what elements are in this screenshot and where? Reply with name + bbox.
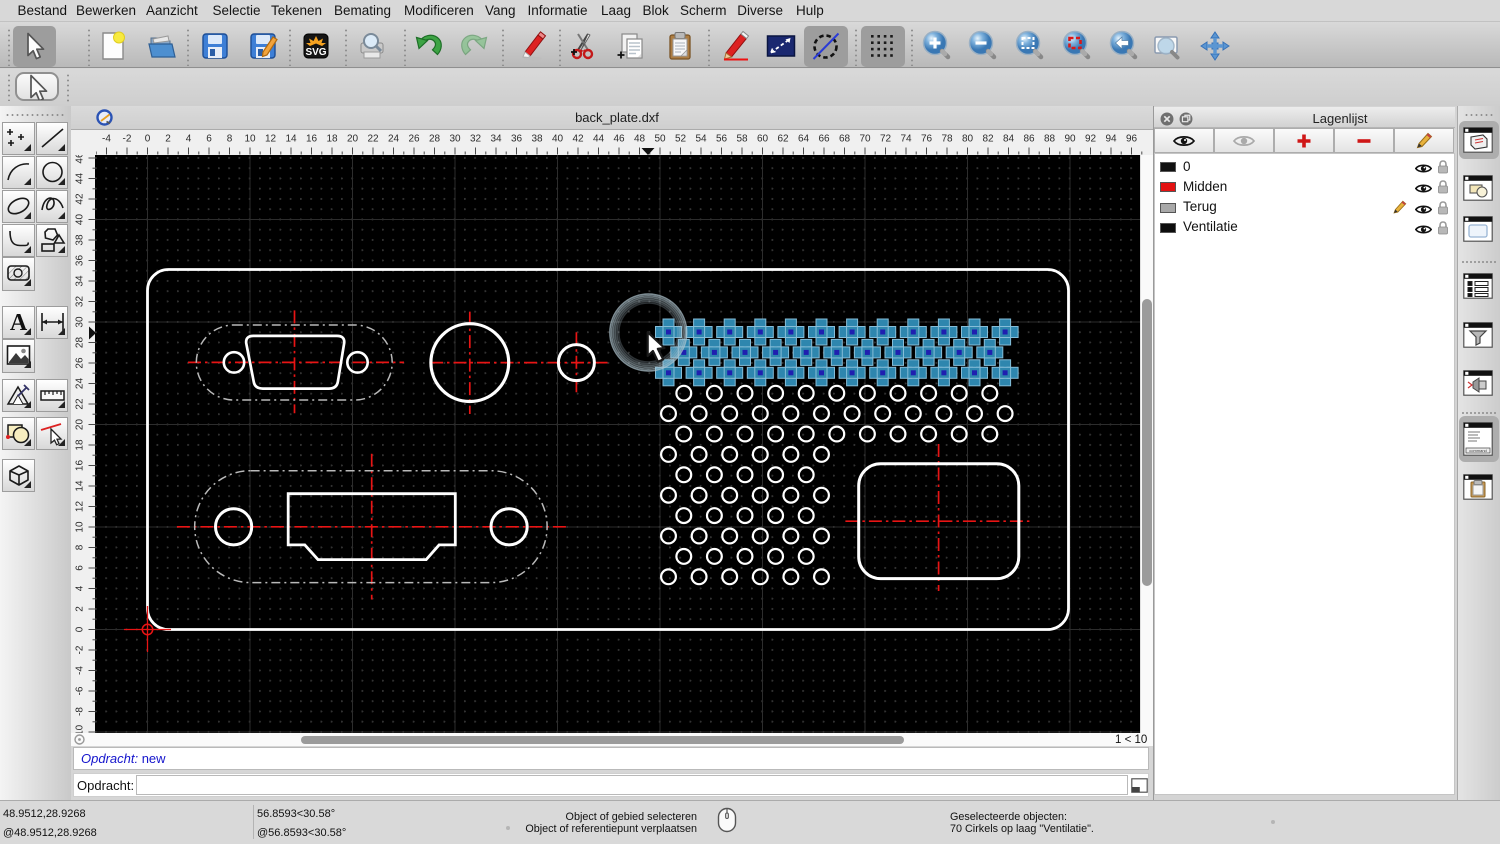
- svg-text:30: 30: [75, 316, 86, 328]
- svg-text:46: 46: [613, 134, 625, 145]
- svg-text:8: 8: [227, 134, 233, 145]
- svg-text:14: 14: [75, 480, 86, 492]
- svg-text:4: 4: [186, 134, 192, 145]
- svg-text:46: 46: [75, 155, 86, 164]
- svg-text:42: 42: [75, 193, 86, 205]
- svg-text:62: 62: [777, 134, 789, 145]
- svg-text:92: 92: [1085, 134, 1097, 145]
- svg-text:66: 66: [818, 134, 830, 145]
- svg-text:2: 2: [75, 606, 86, 612]
- svg-text:32: 32: [75, 296, 86, 308]
- svg-text:-2: -2: [75, 645, 86, 654]
- svg-text:82: 82: [982, 134, 994, 145]
- svg-text:70: 70: [859, 134, 871, 145]
- svg-text:68: 68: [839, 134, 851, 145]
- svg-text:-4: -4: [75, 666, 86, 675]
- svg-text:58: 58: [736, 134, 748, 145]
- svg-text:40: 40: [75, 214, 86, 226]
- svg-text:-8: -8: [75, 707, 86, 716]
- svg-text:36: 36: [511, 134, 523, 145]
- svg-text:10: 10: [75, 521, 86, 533]
- svg-text:54: 54: [695, 134, 707, 145]
- svg-text:-6: -6: [75, 686, 86, 695]
- svg-text:50: 50: [654, 134, 666, 145]
- svg-text:48: 48: [634, 134, 646, 145]
- svg-text:38: 38: [531, 134, 543, 145]
- svg-text:28: 28: [429, 134, 441, 145]
- svg-text:60: 60: [757, 134, 769, 145]
- svg-text:12: 12: [75, 501, 86, 513]
- svg-text:6: 6: [206, 134, 212, 145]
- svg-text:80: 80: [962, 134, 974, 145]
- svg-text:2: 2: [165, 134, 171, 145]
- svg-text:84: 84: [1003, 134, 1015, 145]
- svg-text:0: 0: [75, 626, 86, 632]
- svg-text:-4: -4: [102, 134, 111, 145]
- svg-text:16: 16: [75, 460, 86, 472]
- svg-text:16: 16: [306, 134, 318, 145]
- svg-text:38: 38: [75, 234, 86, 246]
- svg-text:86: 86: [1023, 134, 1035, 145]
- svg-text:30: 30: [449, 134, 461, 145]
- svg-text:26: 26: [75, 357, 86, 369]
- svg-text:4: 4: [75, 585, 86, 591]
- svg-text:76: 76: [921, 134, 933, 145]
- svg-text:34: 34: [490, 134, 502, 145]
- svg-text:20: 20: [347, 134, 359, 145]
- svg-text:0: 0: [145, 134, 151, 145]
- svg-text:A: A: [10, 310, 28, 336]
- svg-text:72: 72: [880, 134, 892, 145]
- svg-text:-10: -10: [75, 724, 86, 733]
- svg-text:26: 26: [408, 134, 420, 145]
- svg-text:78: 78: [941, 134, 953, 145]
- svg-text:10: 10: [244, 134, 256, 145]
- svg-text:44: 44: [593, 134, 605, 145]
- svg-text:28: 28: [75, 337, 86, 349]
- svg-text:64: 64: [798, 134, 810, 145]
- svg-text:36: 36: [75, 255, 86, 267]
- svg-text:22: 22: [367, 134, 379, 145]
- svg-text:90: 90: [1064, 134, 1076, 145]
- svg-text:24: 24: [75, 378, 86, 390]
- svg-text:94: 94: [1105, 134, 1117, 145]
- svg-text:-2: -2: [123, 134, 132, 145]
- svg-text:6: 6: [75, 565, 86, 571]
- svg-text:42: 42: [572, 134, 584, 145]
- svg-text:56: 56: [716, 134, 728, 145]
- svg-text:22: 22: [75, 398, 86, 410]
- svg-text:8: 8: [75, 544, 86, 550]
- svg-text:command: command: [1469, 448, 1487, 453]
- svg-text:32: 32: [470, 134, 482, 145]
- svg-text:SVG: SVG: [305, 47, 326, 58]
- svg-text:52: 52: [675, 134, 687, 145]
- svg-text:88: 88: [1044, 134, 1056, 145]
- svg-text:18: 18: [326, 134, 338, 145]
- svg-text:14: 14: [285, 134, 297, 145]
- svg-text:40: 40: [552, 134, 564, 145]
- svg-text:34: 34: [75, 275, 86, 287]
- svg-text:74: 74: [900, 134, 912, 145]
- svg-text:20: 20: [75, 419, 86, 431]
- svg-text:12: 12: [265, 134, 277, 145]
- svg-text:18: 18: [75, 439, 86, 451]
- svg-text:24: 24: [388, 134, 400, 145]
- svg-text:44: 44: [75, 173, 86, 185]
- svg-text:96: 96: [1126, 134, 1138, 145]
